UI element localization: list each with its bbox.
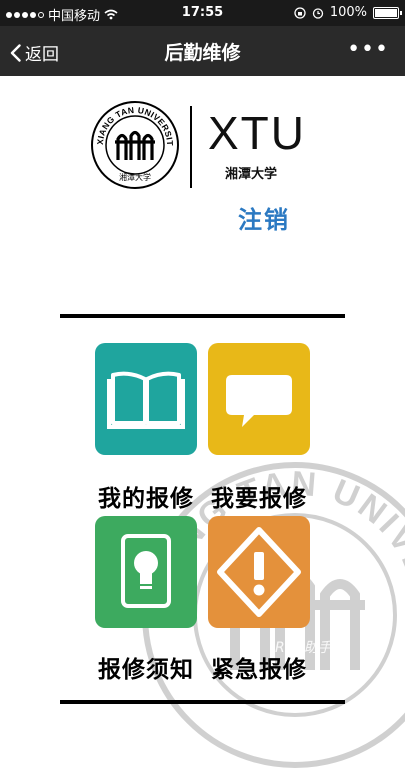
book-icon xyxy=(107,371,185,429)
alarm-icon xyxy=(312,7,323,19)
battery-percent: 100% xyxy=(329,5,367,20)
nav-bar: 返回 后勤维修 ••• xyxy=(0,26,405,76)
submit-repair-label: 我要报修 xyxy=(211,486,307,512)
logo-divider xyxy=(190,106,192,188)
status-right: 100% xyxy=(294,5,402,20)
warning-icon xyxy=(217,527,301,617)
logout-link[interactable]: 注销 xyxy=(238,200,290,235)
lightbulb-icon xyxy=(121,534,171,608)
university-seal-icon: XIANG TAN UNIVERSITY 湘潭大学 xyxy=(90,100,179,189)
divider-bottom xyxy=(60,700,345,704)
corner-watermark-text: RoN助手 xyxy=(275,640,332,656)
submit-repair-button[interactable] xyxy=(208,343,310,455)
status-bar: 中国移动 17:55 100% xyxy=(0,0,405,26)
my-repairs-button[interactable] xyxy=(95,343,197,455)
divider-top xyxy=(60,314,345,318)
emergency-repair-button[interactable] xyxy=(208,516,310,628)
xtu-logo: XIANG TAN UNIVERSITY 湘潭大学 XTU 湘潭大学 xyxy=(90,100,320,200)
page-title: 后勤维修 xyxy=(164,42,241,64)
my-repairs-label: 我的报修 xyxy=(98,486,194,512)
svg-text:湘潭大学: 湘潭大学 xyxy=(119,172,151,182)
rotation-lock-icon xyxy=(294,6,306,19)
more-menu-button[interactable]: ••• xyxy=(347,39,389,61)
speech-bubble-icon xyxy=(226,375,292,427)
repair-notice-label: 报修须知 xyxy=(98,657,194,683)
battery-icon xyxy=(373,6,402,19)
repair-notice-button[interactable] xyxy=(95,516,197,628)
logo-abbreviation: XTU xyxy=(208,107,306,159)
logo-chinese-name: 湘潭大学 xyxy=(225,167,278,182)
